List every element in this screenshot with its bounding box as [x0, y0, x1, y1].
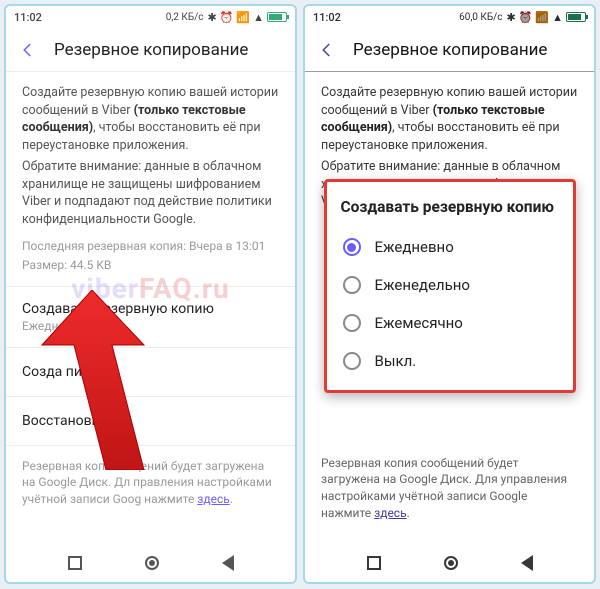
back-button[interactable] — [18, 40, 38, 60]
dialog-overlay: Создавать резервную копию Ежедневно Ежен… — [305, 6, 594, 582]
dialog-title: Создавать резервную копию — [341, 198, 559, 216]
radio-icon — [343, 276, 361, 294]
status-bar: 11:02 0,2 КБ/с ✱ ⏰ 📶 ▲ — [6, 6, 295, 28]
footer-note: Резервная копия с щений будет загружена … — [6, 445, 295, 520]
phone-right: 11:02 60,0 КБ/с ✱ ⏰ 📶 ▲ Резервное копиро… — [303, 4, 596, 584]
status-right: 0,2 КБ/с ✱ ⏰ 📶 ▲ — [166, 11, 287, 24]
signal-icon: 📶 — [236, 11, 250, 24]
nav-recents-icon[interactable] — [68, 556, 82, 570]
nav-back-icon[interactable] — [222, 555, 234, 571]
status-speed: 0,2 КБ/с — [166, 12, 204, 23]
backup-schedule-row[interactable]: Создавать резервную копию Ежедневно — [6, 286, 295, 347]
radio-option-daily[interactable]: Ежедневно — [341, 228, 559, 266]
bluetooth-icon: ✱ — [207, 11, 216, 24]
screen-header: Резервное копирование — [6, 28, 295, 72]
nav-home-icon[interactable] — [145, 556, 159, 570]
android-navbar — [6, 544, 295, 582]
backup-size-label: Размер: 44.5 KB — [22, 257, 279, 274]
radio-icon — [343, 314, 361, 332]
create-backup-row[interactable]: Созда пию — [6, 347, 295, 396]
backup-frequency-dialog: Создавать резервную копию Ежедневно Ежен… — [324, 179, 576, 393]
backup-schedule-title: Создавать резервную копию — [22, 301, 279, 317]
radio-icon — [343, 238, 361, 256]
wifi-icon: ▲ — [253, 11, 264, 24]
radio-option-monthly[interactable]: Ежемесячно — [341, 304, 559, 342]
radio-icon — [343, 352, 361, 370]
status-time: 11:02 — [14, 11, 42, 24]
backup-schedule-value: Ежедневно — [22, 319, 279, 333]
restore-row[interactable]: Восстанови — [6, 396, 295, 445]
radio-option-weekly[interactable]: Еженедельно — [341, 266, 559, 304]
last-backup-label: Последняя резервная копия: Вчера в 13:01 — [22, 238, 279, 255]
page-title: Резервное копирование — [54, 40, 248, 60]
here-link[interactable]: здесь — [197, 492, 230, 506]
alarm-icon: ⏰ — [220, 11, 234, 24]
battery-icon — [267, 12, 287, 22]
description-block: Создайте резервную копию вашей истории с… — [6, 72, 295, 286]
radio-option-off[interactable]: Выкл. — [341, 342, 559, 380]
phone-left: 11:02 0,2 КБ/с ✱ ⏰ 📶 ▲ Резервное копиров… — [4, 4, 297, 584]
